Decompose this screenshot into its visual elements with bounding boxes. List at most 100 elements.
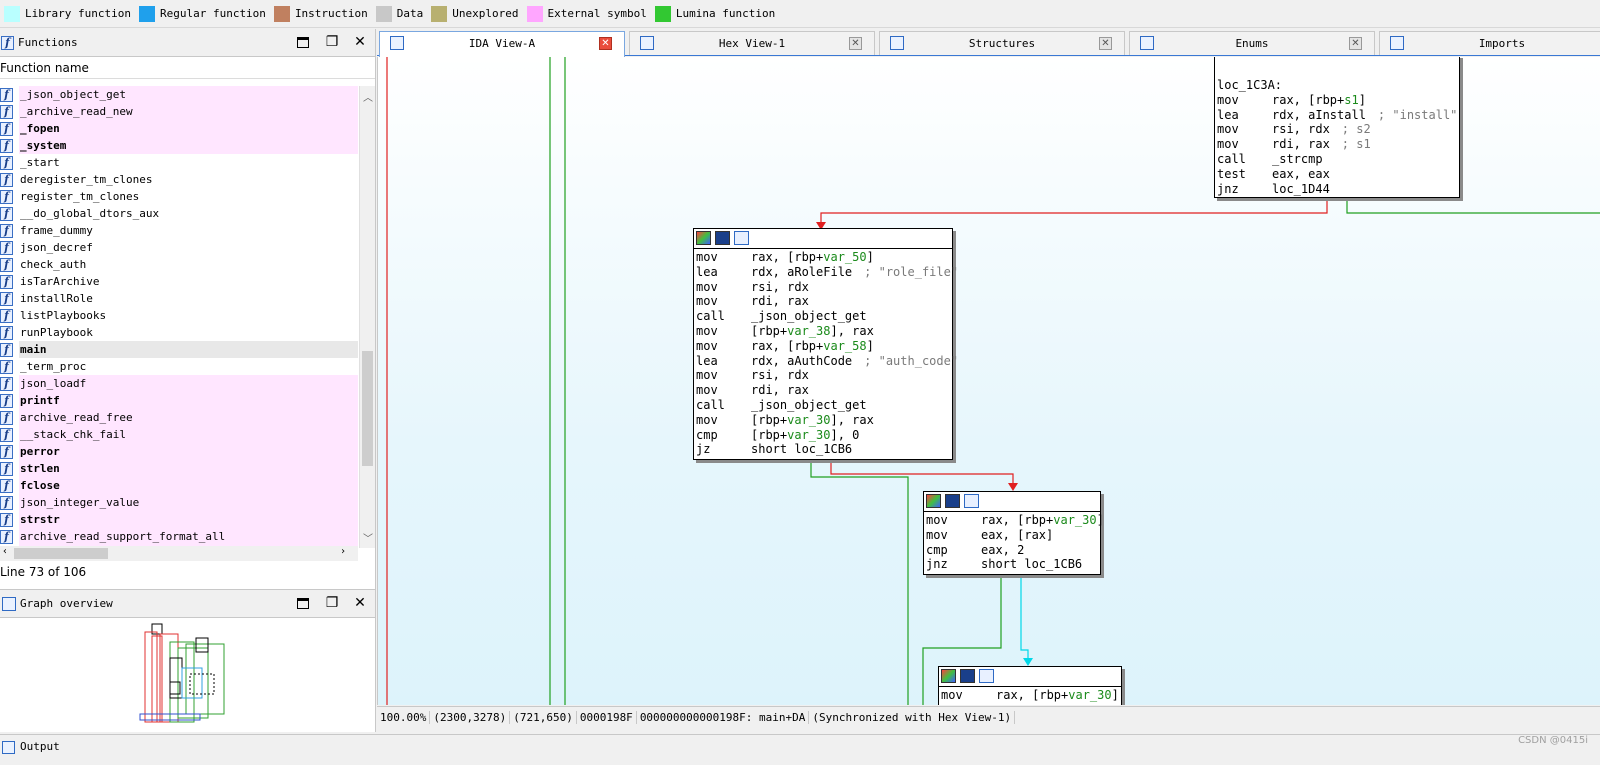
asm-line[interactable]: mov rsi, rdx ; s2 (1217, 122, 1457, 137)
maximize-icon[interactable] (297, 596, 311, 610)
h-scroll-thumb[interactable] (14, 548, 108, 559)
rename-icon[interactable] (960, 669, 975, 683)
asm-line[interactable]: mov rdi, rax (696, 383, 950, 398)
function-list-item[interactable]: f fclose (0, 477, 358, 494)
function-list-item[interactable]: f strlen (0, 460, 358, 477)
asm-line[interactable]: mov rax, [rbp+s1] (1217, 93, 1457, 108)
color-icon[interactable] (941, 669, 956, 683)
basic-block-bottom[interactable]: mov rax, [rbp+var_30] (938, 666, 1122, 705)
tab-close-icon[interactable]: ✕ (1099, 37, 1112, 50)
asm-mnemonic: test (1217, 166, 1246, 181)
asm-line[interactable]: cmp eax, 2 (926, 543, 1098, 558)
restore-icon[interactable]: ❐ (325, 596, 339, 610)
asm-line[interactable]: jnz loc_1D44 (1217, 182, 1457, 197)
asm-line[interactable]: lea rdx, aRoleFile ; "role_file" (696, 264, 958, 280)
scroll-left-icon[interactable]: ‹ (2, 546, 8, 557)
asm-line[interactable]: mov rsi, rdx (696, 280, 950, 295)
function-list-item[interactable]: f installRole (0, 290, 358, 307)
function-list-item[interactable]: f _term_proc (0, 358, 358, 375)
scroll-thumb[interactable] (362, 351, 373, 466)
asm-line[interactable]: mov [rbp+var_38], rax (696, 324, 950, 339)
tab-close-icon[interactable]: ✕ (599, 37, 612, 50)
close-icon[interactable]: ✕ (353, 596, 367, 610)
function-list-item[interactable]: f _system (0, 137, 358, 154)
asm-line[interactable]: lea rdx, aAuthCode ; "auth_code" (696, 354, 958, 369)
tab-imports[interactable]: Imports (1379, 31, 1600, 55)
function-list-item[interactable]: f __stack_chk_fail (0, 426, 358, 443)
function-list-item[interactable]: f check_auth (0, 256, 358, 273)
asm-line[interactable]: test eax, eax (1217, 167, 1457, 182)
vertical-scrollbar[interactable]: ︿ ﹀ (359, 86, 375, 548)
graph-overview-minimap[interactable] (0, 618, 376, 732)
horizontal-scrollbar[interactable]: ‹ › (0, 546, 358, 561)
asm-mnemonic: mov (696, 294, 718, 309)
function-list-item[interactable]: f json_decref (0, 239, 358, 256)
tab-structures[interactable]: Structures ✕ (879, 31, 1125, 55)
asm-line[interactable]: call _json_object_get (696, 398, 950, 413)
asm-operands: rdx, aRoleFile (751, 264, 853, 279)
scroll-up-icon[interactable]: ︿ (363, 89, 373, 104)
function-list-item[interactable]: f main (0, 341, 358, 358)
rename-icon[interactable] (945, 494, 960, 508)
basic-block-json-get[interactable]: mov rax, [rbp+var_50] lea rdx, aRoleFile ; "… (693, 228, 958, 460)
asm-line[interactable]: mov [rbp+var_30], rax (696, 413, 950, 428)
asm-line[interactable]: lea rdx, aInstall ; "install" (1217, 108, 1457, 123)
color-icon[interactable] (696, 231, 711, 245)
function-name-column-header[interactable]: Function name (0, 57, 375, 79)
asm-operands: rax, [rbp+var_58] (751, 338, 874, 353)
function-list[interactable]: f _json_object_get f _archive_read_new f _fop… (0, 86, 358, 548)
asm-line[interactable]: call _json_object_get (696, 309, 950, 324)
tab-close-icon[interactable]: ✕ (1349, 37, 1362, 50)
function-list-item[interactable]: f archive_read_free (0, 409, 358, 426)
basic-block-cmp[interactable]: mov rax, [rbp+var_30] mov eax, [rax] cmp eax,… (923, 491, 1104, 575)
basic-block-loc-1c3a[interactable]: loc_1C3A: mov rax, [rbp+s1] lea rdx, aInsta… (1214, 57, 1460, 198)
asm-line[interactable]: mov eax, [rax] (926, 528, 1098, 543)
rename-icon[interactable] (715, 231, 730, 245)
asm-line[interactable]: mov rax, [rbp+var_30] (926, 513, 1104, 528)
graph-icon[interactable] (734, 231, 749, 245)
tab-ida-view-a[interactable]: IDA View-A ✕ (379, 31, 625, 57)
function-list-item[interactable]: f listPlaybooks (0, 307, 358, 324)
asm-line[interactable]: mov rax, [rbp+var_30] (941, 688, 1119, 703)
maximize-icon[interactable] (297, 35, 311, 49)
function-list-item[interactable]: f register_tm_clones (0, 188, 358, 205)
graph-icon[interactable] (964, 494, 979, 508)
function-name: strlen (19, 460, 358, 477)
function-icon: f (0, 478, 13, 493)
function-list-item[interactable]: f _start (0, 154, 358, 171)
asm-line[interactable]: mov rsi, rdx (696, 368, 950, 383)
function-list-item[interactable]: f perror (0, 443, 358, 460)
close-icon[interactable]: ✕ (353, 35, 367, 49)
function-list-item[interactable]: f strstr (0, 511, 358, 528)
output-icon (2, 741, 15, 754)
tab-hex-view-1[interactable]: Hex View-1 ✕ (629, 31, 875, 55)
function-list-item[interactable]: f isTarArchive (0, 273, 358, 290)
function-list-item[interactable]: f runPlaybook (0, 324, 358, 341)
asm-line[interactable]: mov rdi, rax (696, 294, 950, 309)
ida-graph-view[interactable]: loc_1C3A: mov rax, [rbp+s1] lea rdx, aInsta… (377, 57, 1600, 705)
function-list-item[interactable]: f _archive_read_new (0, 103, 358, 120)
tab-close-icon[interactable]: ✕ (849, 37, 862, 50)
function-list-item[interactable]: f _json_object_get (0, 86, 358, 103)
function-list-item[interactable]: f json_integer_value (0, 494, 358, 511)
asm-line[interactable]: mov rdi, rax ; s1 (1217, 137, 1457, 152)
asm-line[interactable]: cmp [rbp+var_30], 0 (696, 428, 950, 443)
function-list-item[interactable]: f printf (0, 392, 358, 409)
function-list-item[interactable]: f __do_global_dtors_aux (0, 205, 358, 222)
graph-icon[interactable] (979, 669, 994, 683)
asm-line[interactable]: mov rax, [rbp+var_50] (696, 250, 950, 265)
scroll-down-icon[interactable]: ﹀ (363, 530, 373, 545)
asm-line[interactable]: jnz short loc_1CB6 (926, 557, 1098, 572)
scroll-right-icon[interactable]: › (340, 546, 346, 557)
asm-line[interactable]: jz short loc_1CB6 (696, 442, 950, 457)
function-list-item[interactable]: f deregister_tm_clones (0, 171, 358, 188)
function-list-item[interactable]: f _fopen (0, 120, 358, 137)
function-list-item[interactable]: f frame_dummy (0, 222, 358, 239)
tab-enums[interactable]: Enums ✕ (1129, 31, 1375, 55)
function-list-item[interactable]: f archive_read_support_format_all (0, 528, 358, 545)
asm-line[interactable]: mov rax, [rbp+var_58] (696, 339, 950, 354)
function-list-item[interactable]: f json_loadf (0, 375, 358, 392)
restore-icon[interactable]: ❐ (325, 35, 339, 49)
asm-line[interactable]: call _strcmp (1217, 152, 1457, 167)
color-icon[interactable] (926, 494, 941, 508)
